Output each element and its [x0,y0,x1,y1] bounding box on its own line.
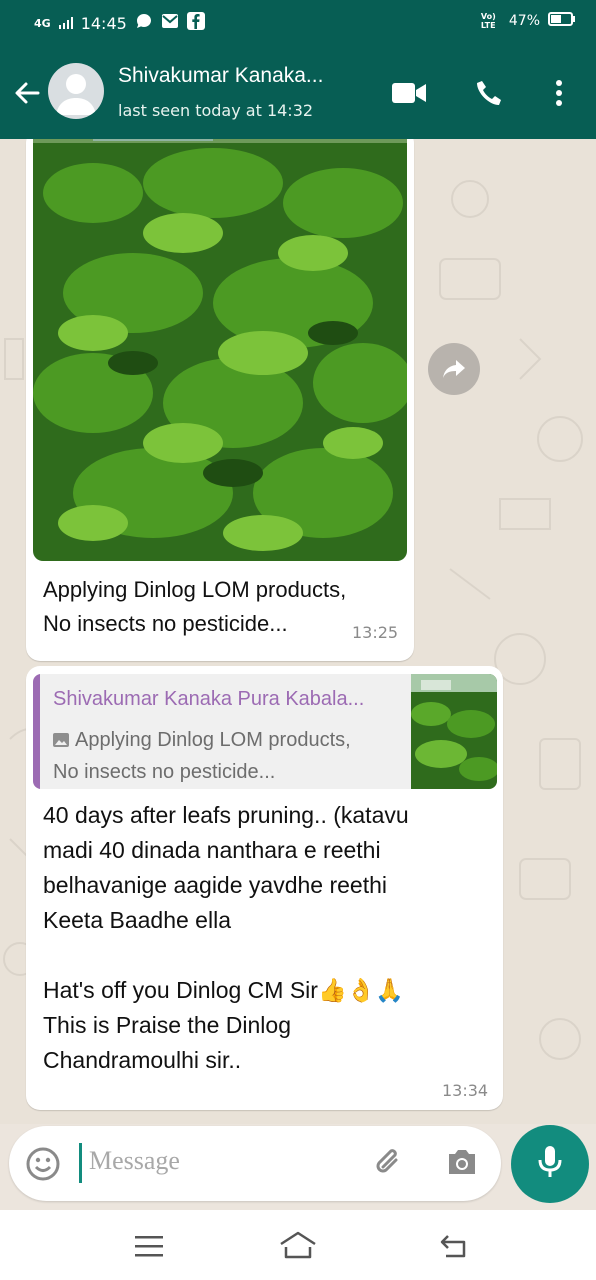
message-time: 13:25 [352,623,399,642]
message-bubble-image[interactable]: Applying Dinlog LOM products, No insects… [26,139,414,661]
message-composer: Message [9,1126,501,1201]
mic-icon [537,1144,563,1184]
mulberry-plant-photo[interactable] [33,139,407,561]
battery-icon [548,12,576,30]
message-text: 40 days after leafs pruning.. (katavu ma… [43,802,409,1073]
contact-name[interactable]: Shivakumar Kanaka... [118,64,323,88]
message-bubble-reply[interactable]: Shivakumar Kanaka Pura Kabala... Applyin… [26,666,503,1110]
avatar[interactable] [48,63,104,119]
facebook-icon [186,12,205,34]
home-icon[interactable] [278,1230,318,1264]
more-options-icon[interactable] [540,74,578,112]
image-caption: Applying Dinlog LOM products, No insects… [43,577,347,636]
forward-icon[interactable] [428,343,480,395]
camera-icon[interactable] [445,1146,479,1182]
phone-icon[interactable] [470,74,508,112]
chat-area[interactable]: Applying Dinlog LOM products, No insects… [0,139,596,1124]
menu-icon[interactable] [134,1234,164,1262]
quote-text: Applying Dinlog LOM products, No insects… [53,729,351,783]
text-cursor [79,1143,82,1183]
mic-button[interactable] [511,1125,589,1203]
chat-notification-icon [135,12,153,34]
quote-accent-bar [33,674,40,789]
quote-sender-name: Shivakumar Kanaka Pura Kabala... [53,688,365,710]
quote-thumbnail [411,674,497,789]
clock: 14:45 [80,13,127,33]
battery-percent: 47% [508,13,540,29]
attach-icon[interactable] [369,1144,407,1186]
message-time: 13:34 [442,1081,489,1100]
last-seen: last seen today at 14:32 [118,101,314,120]
network-label: 4G [34,16,51,30]
video-call-icon[interactable] [390,74,428,112]
status-bar: 4G 14:45 Vo) LTE 47% [0,0,596,46]
system-nav-bar [0,1210,596,1280]
back-nav-icon[interactable] [438,1232,470,1264]
message-input[interactable]: Message [89,1146,180,1176]
quoted-message[interactable]: Shivakumar Kanaka Pura Kabala... Applyin… [33,674,497,789]
mail-icon [161,13,179,33]
chat-header: Shivakumar Kanaka... last seen today at … [0,46,596,139]
volte-label: Vo) LTE [480,12,496,30]
back-arrow-icon[interactable] [12,78,42,108]
emoji-icon[interactable] [25,1146,61,1186]
signal-icon [58,14,73,33]
